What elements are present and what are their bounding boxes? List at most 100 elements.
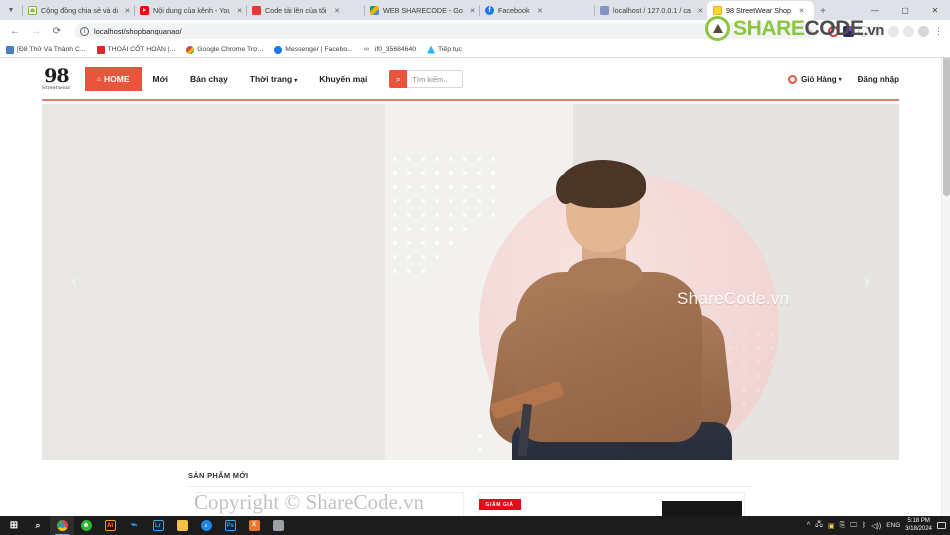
xampp-button[interactable]: X [242,516,266,535]
display-tray-icon[interactable]: 🖵 [850,522,857,530]
bookmark-label: Messenger | Facebo... [285,46,353,53]
start-button[interactable]: ⊞ [2,516,26,535]
adblock-extension-icon[interactable] [858,25,869,37]
hero-carousel[interactable]: ShareCode.vn ‹ › [42,104,899,460]
clock[interactable]: 5:18 PM 3/18/2024 [905,518,932,533]
browser-tab[interactable]: localhost / 127.0.0.1 / cafe / ng ✕ [594,1,707,20]
login-link[interactable]: Đăng nhập [858,75,899,84]
chevron-down-icon: ▾ [294,78,298,84]
close-window-button[interactable]: ✕ [920,0,950,20]
site-logo[interactable]: 98 Streetwear [42,67,71,91]
windows-taskbar: ⊞ ⌕ Ai ⌁ Lr Z Ps X ^ 🖧 ▣ ⎘ 🖵 ᛒ ◁)) ENG 5… [0,516,950,535]
opera-extension-icon[interactable] [828,25,839,37]
nav-item-banchay[interactable]: Bán chạy [179,67,239,91]
extension-icon[interactable] [903,25,914,37]
search-form: ⌕ Tìm kiếm.. [389,70,464,88]
tab-title: Facebook [498,6,530,15]
maximize-button[interactable]: ▢ [890,0,920,20]
reload-icon[interactable]: ⟳ [48,22,66,40]
nav-item-home[interactable]: ⌂ HOME [84,67,142,91]
carousel-next-icon[interactable]: › [857,273,877,291]
sharecode-favicon [28,6,37,15]
lightroom-button[interactable]: Lr [146,516,170,535]
site-navbar: 98 Streetwear ⌂ HOME Mới Bán chạy Thời t… [0,59,941,99]
tab-title: localhost / 127.0.0.1 / cafe / ng [613,6,691,15]
photoshop-button[interactable]: Ps [218,516,242,535]
search-button[interactable]: ⌕ [26,516,50,535]
volume-icon[interactable]: ◁)) [871,522,881,530]
bookmark-item[interactable]: Google Chrome Trợ... [186,45,263,54]
logo-subtext: Streetwear [42,85,71,90]
bookmark-item[interactable]: ∞ if0_35684640 [364,46,416,54]
browser-tab[interactable]: Cộng đồng chia sẻ và downloa ✕ [22,1,134,20]
remote-desktop-button[interactable] [266,516,290,535]
language-indicator[interactable]: ENG [886,522,900,529]
antivirus-tray-icon[interactable]: ▣ [828,522,835,530]
bookmark-item[interactable]: Tiếp tục [427,45,462,54]
nav-item-moi[interactable]: Mới [142,67,180,91]
usb-tray-icon[interactable]: ⎘ [840,522,846,530]
address-bar[interactable]: i localhost/shopbanquanao/ ☆ [74,23,819,39]
blue-square-icon [6,45,14,54]
browser-tab[interactable]: Code tải lên của tôi ✕ [246,1,364,20]
carousel-prev-icon[interactable]: ‹ [64,273,84,291]
tab-close-icon[interactable]: ✕ [797,6,806,15]
code-favicon [252,6,261,15]
tray-expand-icon[interactable]: ^ [807,522,810,529]
chrome-taskbar-button[interactable] [50,516,74,535]
new-tab-button[interactable]: + [814,2,832,20]
profile-avatar[interactable] [918,25,929,37]
chevron-down-icon: ▾ [838,76,842,83]
extensions-puzzle-icon[interactable] [873,25,884,37]
bookmark-label: THOÁI CỐT HOÀN |... [107,46,176,53]
section-heading: SẢN PHẨM MỚI [188,471,249,480]
product-card[interactable]: GIẢM GIÁ [477,492,745,516]
tab-close-icon[interactable]: ✕ [536,6,545,15]
tab-close-icon[interactable]: ✕ [697,6,704,15]
file-explorer-button[interactable] [170,516,194,535]
browser-tab[interactable]: f Facebook ✕ [479,1,594,20]
file-explorer-icon [176,520,188,531]
notification-center-icon[interactable] [937,522,946,529]
tab-close-icon[interactable]: ✕ [236,6,243,15]
back-icon[interactable]: ← [6,22,24,40]
colorzilla-extension-icon[interactable] [843,25,854,37]
nav-divider [42,99,899,101]
site-info-icon[interactable]: i [80,26,89,36]
bookmark-star-icon[interactable]: ☆ [806,27,813,36]
page-scrollbar[interactable] [941,58,950,516]
search-input[interactable]: Tìm kiếm.. [407,70,464,88]
scrollbar-thumb[interactable] [943,60,950,196]
green-app-button[interactable] [74,516,98,535]
extension-icons: ⋮ [824,25,944,37]
extension-icon[interactable] [888,25,899,37]
tab-title: 98 StreetWear Shop [726,6,791,15]
tab-search-button[interactable]: ▼ [0,0,22,20]
teal-icon [427,45,436,54]
nav-item-thoitrang[interactable]: Thời trang ▾ [239,67,308,91]
zalo-button[interactable]: Z [194,516,218,535]
tab-close-icon[interactable]: ✕ [124,6,131,15]
bookmark-item[interactable]: THOÁI CỐT HOÀN |... [96,45,176,54]
tab-close-icon[interactable]: ✕ [469,6,476,15]
cart-button[interactable]: Giỏ Hàng ▾ [788,74,842,84]
bookmark-label: [Đ8 Thử Và Thành C... [17,46,86,53]
model-turtleneck-collar [568,258,642,292]
nav-item-khuyenmai[interactable]: Khuyến mại [308,67,378,91]
green-app-icon [80,520,92,531]
browser-tab-active[interactable]: 98 StreetWear Shop ✕ [707,1,814,20]
chrome-menu-icon[interactable]: ⋮ [933,26,944,37]
bookmark-item[interactable]: Messenger | Facebo... [274,45,353,54]
search-icon[interactable]: ⌕ [389,70,408,88]
link-icon: ∞ [363,45,369,53]
vscode-button[interactable]: ⌁ [122,516,146,535]
minimize-button[interactable]: — [860,0,890,20]
forward-icon[interactable]: → [27,22,45,40]
browser-tab[interactable]: Nội dung của kênh - YouTube S ✕ [134,1,246,20]
bluetooth-tray-icon[interactable]: ᛒ [862,522,866,529]
browser-tab[interactable]: WEB SHARECODE - Google Dri ✕ [364,1,479,20]
tab-close-icon[interactable]: ✕ [333,6,342,15]
network-tray-icon[interactable]: 🖧 [815,520,823,531]
bookmark-item[interactable]: [Đ8 Thử Và Thành C... [6,45,86,54]
illustrator-button[interactable]: Ai [98,516,122,535]
